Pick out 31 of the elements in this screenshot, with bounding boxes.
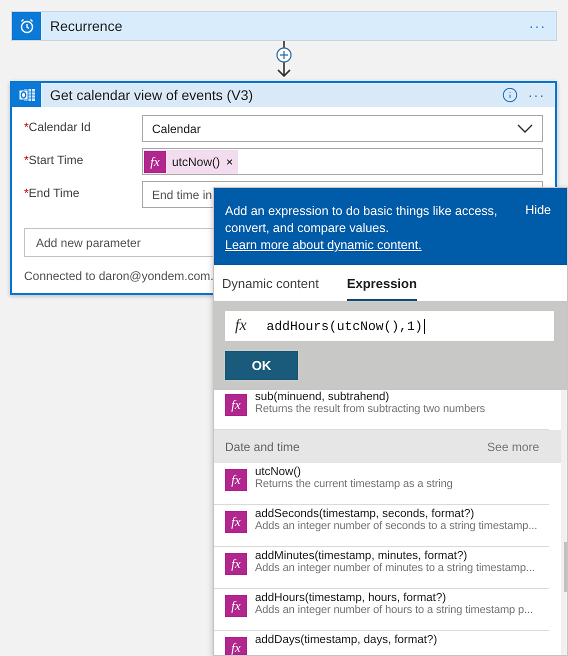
required-mark: *: [24, 186, 29, 200]
function-name: utcNow(): [255, 466, 302, 478]
function-name: addDays(timestamp, days, format?): [255, 634, 438, 646]
function-name: sub(minuend, subtrahend): [255, 391, 390, 403]
function-name: addMinutes(timestamp, minutes, format?): [255, 550, 468, 562]
fx-icon: fx: [225, 595, 247, 617]
fx-icon: fx: [225, 553, 247, 575]
expression-token: fx utcNow() ×: [144, 150, 238, 174]
fx-icon: fx: [225, 469, 247, 491]
category-name: Date and time: [225, 440, 300, 454]
banner-text: Add an expression to do basic things like access, convert, and compare values. Learn more about dynamic content.: [225, 203, 498, 254]
card-title: Recurrence: [49, 18, 124, 34]
function-description: Adds an integer number of seconds to a string timestamp...: [255, 520, 538, 532]
fx-icon: fx: [225, 394, 247, 416]
field-label: Start Time: [28, 153, 84, 167]
function-description: Returns the result from subtracting two numbers: [255, 403, 486, 415]
field-label: Calendar Id: [28, 120, 91, 134]
fx-icon: fx: [235, 317, 247, 335]
fx-icon: fx: [144, 150, 166, 172]
function-description: Adds an integer number of minutes to a string timestamp...: [255, 562, 535, 574]
function-description: Adds an integer number of hours to a string timestamp p...: [255, 604, 533, 616]
function-name: addSeconds(timestamp, seconds, format?): [255, 508, 476, 520]
connection-text: Connected to daron@yondem.com.: [24, 269, 214, 283]
function-name: addHours(timestamp, hours, format?): [255, 592, 448, 604]
field-label: End Time: [28, 186, 80, 200]
required-mark: *: [24, 120, 29, 134]
card-title: Get calendar view of events (V3): [49, 87, 254, 103]
function-description: Returns the current timestamp as a string: [255, 478, 453, 490]
fx-icon: fx: [225, 511, 247, 533]
fx-icon: fx: [225, 637, 247, 655]
required-mark: *: [24, 153, 29, 167]
